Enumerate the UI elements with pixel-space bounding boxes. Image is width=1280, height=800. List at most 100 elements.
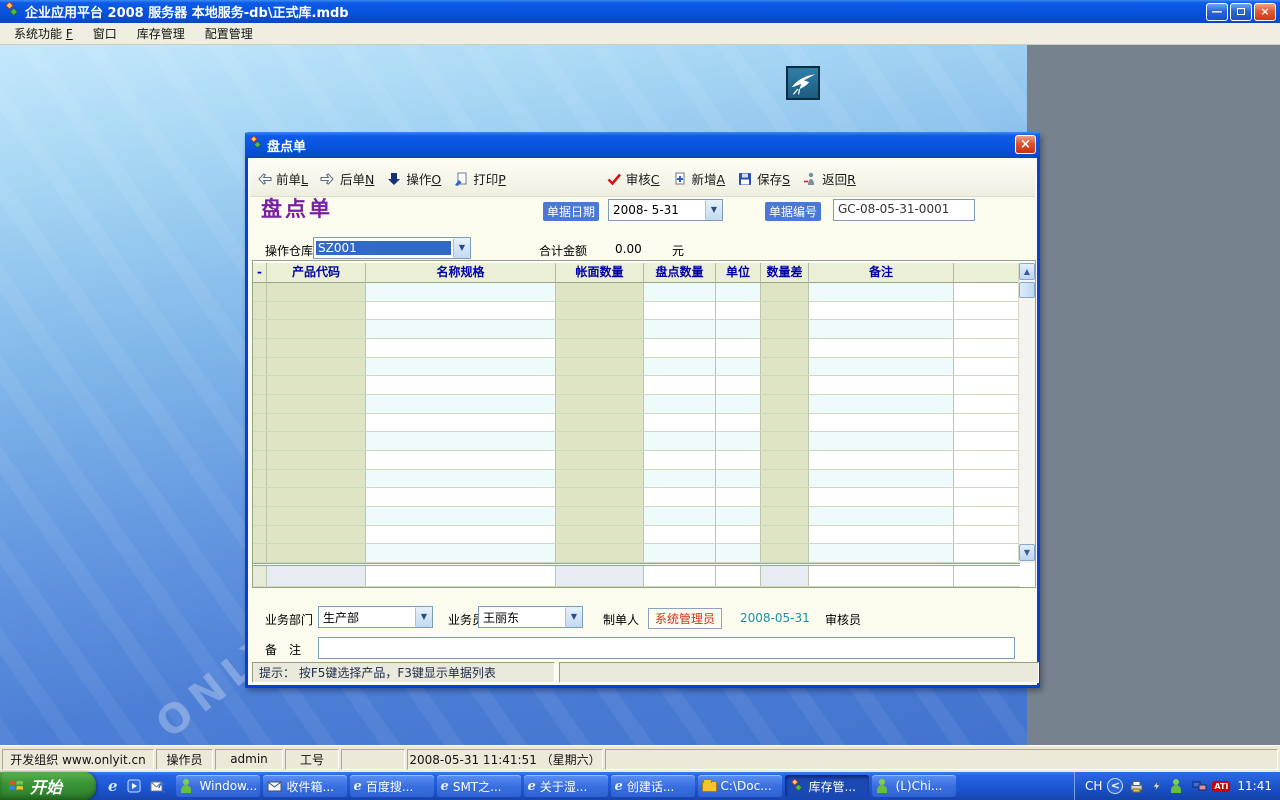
return-button[interactable]: 返回R bbox=[796, 165, 862, 192]
grid-cell-name[interactable] bbox=[366, 488, 556, 506]
grid-cell-note[interactable] bbox=[809, 526, 954, 544]
grid-cell-count[interactable] bbox=[644, 376, 716, 394]
grid-cell-diff[interactable] bbox=[761, 432, 809, 450]
menu-item-inventory[interactable]: 库存管理 bbox=[129, 23, 193, 44]
network-tray-icon[interactable] bbox=[1191, 778, 1207, 794]
grid-cell-code[interactable] bbox=[267, 339, 366, 357]
utility-tray-icon[interactable] bbox=[1149, 778, 1165, 794]
start-button[interactable]: 开始 bbox=[0, 772, 96, 800]
column-header-note[interactable]: 备注 bbox=[809, 263, 954, 283]
taskbar-task-inbox[interactable]: 收件箱... bbox=[263, 775, 347, 797]
grid-cell-note[interactable] bbox=[809, 488, 954, 506]
grid-cell-dash[interactable] bbox=[253, 470, 267, 488]
grid-cell-book[interactable] bbox=[556, 376, 644, 394]
grid-cell-dash[interactable] bbox=[253, 320, 267, 338]
grid-cell-book[interactable] bbox=[556, 283, 644, 301]
ati-tray-icon[interactable]: ATI bbox=[1212, 781, 1230, 792]
taskbar-task-chat[interactable]: (L)Chi... bbox=[872, 775, 956, 797]
grid-cell-book[interactable] bbox=[556, 544, 644, 562]
grid-cell-book[interactable] bbox=[556, 470, 644, 488]
grid-cell-unit[interactable] bbox=[716, 470, 761, 488]
grid-cell-name[interactable] bbox=[366, 339, 556, 357]
grid-cell-count[interactable] bbox=[644, 432, 716, 450]
ie-icon[interactable]: e bbox=[108, 777, 118, 795]
grid-cell-code[interactable] bbox=[267, 432, 366, 450]
taskbar-clock[interactable]: 11:41 bbox=[1235, 779, 1272, 793]
grid-cell-dash[interactable] bbox=[253, 526, 267, 544]
taskbar-task-smt[interactable]: eSMT之... bbox=[437, 775, 521, 797]
grid-cell-book[interactable] bbox=[556, 339, 644, 357]
table-row[interactable] bbox=[253, 451, 1020, 470]
table-row[interactable] bbox=[253, 395, 1020, 414]
grid-cell-note[interactable] bbox=[809, 358, 954, 376]
taskbar-task-windows[interactable]: Window... bbox=[176, 775, 260, 797]
grid-cell-name[interactable] bbox=[366, 507, 556, 525]
grid-cell-diff[interactable] bbox=[761, 339, 809, 357]
column-header-unit[interactable]: 单位 bbox=[716, 263, 761, 283]
next-doc-button[interactable]: 后单N bbox=[314, 165, 380, 192]
column-header-product-code[interactable]: 产品代码 bbox=[267, 263, 366, 283]
scroll-down-button[interactable]: ▼ bbox=[1019, 544, 1035, 561]
grid-cell-dash[interactable] bbox=[253, 414, 267, 432]
grid-cell-name[interactable] bbox=[366, 376, 556, 394]
grid-cell-count[interactable] bbox=[644, 414, 716, 432]
save-button[interactable]: 保存S bbox=[731, 165, 796, 192]
scrollbar-thumb[interactable] bbox=[1019, 282, 1035, 298]
grid-cell-name[interactable] bbox=[366, 395, 556, 413]
grid-cell-code[interactable] bbox=[267, 526, 366, 544]
grid-cell-book[interactable] bbox=[556, 432, 644, 450]
grid-cell-code[interactable] bbox=[267, 488, 366, 506]
grid-cell-book[interactable] bbox=[556, 507, 644, 525]
grid-cell-dash[interactable] bbox=[253, 376, 267, 394]
grid-cell-count[interactable] bbox=[644, 339, 716, 357]
grid-cell-diff[interactable] bbox=[761, 320, 809, 338]
dialog-titlebar[interactable]: 盘点单 × bbox=[245, 132, 1040, 158]
grid-cell-unit[interactable] bbox=[716, 544, 761, 562]
grid-cell-diff[interactable] bbox=[761, 544, 809, 562]
grid-cell-dash[interactable] bbox=[253, 302, 267, 320]
grid-cell-diff[interactable] bbox=[761, 414, 809, 432]
grid-cell-unit[interactable] bbox=[716, 339, 761, 357]
dialog-close-button[interactable]: × bbox=[1015, 135, 1036, 154]
table-row[interactable] bbox=[253, 470, 1020, 489]
grid-cell-name[interactable] bbox=[366, 283, 556, 301]
grid-cell-diff[interactable] bbox=[761, 358, 809, 376]
grid-cell-note[interactable] bbox=[809, 302, 954, 320]
grid-cell-count[interactable] bbox=[644, 526, 716, 544]
restore-button[interactable] bbox=[1230, 3, 1252, 21]
remark-input[interactable] bbox=[318, 637, 1015, 659]
grid-cell-unit[interactable] bbox=[716, 414, 761, 432]
table-row[interactable] bbox=[253, 507, 1020, 526]
grid-cell-count[interactable] bbox=[644, 302, 716, 320]
grid-cell-count[interactable] bbox=[644, 395, 716, 413]
column-header-dash[interactable]: - bbox=[253, 263, 267, 283]
printer-tray-icon[interactable] bbox=[1128, 778, 1144, 794]
taskbar-task-explorer[interactable]: C:\Doc... bbox=[698, 775, 782, 797]
grid-cell-name[interactable] bbox=[366, 526, 556, 544]
prev-doc-button[interactable]: 前单L bbox=[250, 165, 314, 192]
grid-cell-dash[interactable] bbox=[253, 339, 267, 357]
grid-cell-dash[interactable] bbox=[253, 451, 267, 469]
grid-cell-note[interactable] bbox=[809, 283, 954, 301]
grid-cell-diff[interactable] bbox=[761, 451, 809, 469]
grid-cell-unit[interactable] bbox=[716, 302, 761, 320]
grid-cell-unit[interactable] bbox=[716, 283, 761, 301]
grid-cell-code[interactable] bbox=[267, 395, 366, 413]
taskbar-task-inventory-app[interactable]: 库存管... bbox=[785, 775, 869, 797]
grid-cell-unit[interactable] bbox=[716, 320, 761, 338]
grid-cell-book[interactable] bbox=[556, 414, 644, 432]
grid-cell-note[interactable] bbox=[809, 395, 954, 413]
grid-cell-code[interactable] bbox=[267, 544, 366, 562]
grid-cell-count[interactable] bbox=[644, 544, 716, 562]
media-player-icon[interactable] bbox=[126, 778, 142, 794]
grid-cell-dash[interactable] bbox=[253, 488, 267, 506]
print-button[interactable]: 打印P bbox=[447, 165, 512, 192]
window-titlebar[interactable]: 企业应用平台 2008 服务器 本地服务-db\正式库.mdb — × bbox=[0, 0, 1280, 23]
table-row[interactable] bbox=[253, 302, 1020, 321]
grid-cell-book[interactable] bbox=[556, 451, 644, 469]
grid-cell-note[interactable] bbox=[809, 376, 954, 394]
grid-cell-count[interactable] bbox=[644, 488, 716, 506]
grid-cell-diff[interactable] bbox=[761, 395, 809, 413]
chevron-down-icon[interactable]: ▼ bbox=[705, 200, 722, 220]
chevron-down-icon[interactable]: ▼ bbox=[565, 607, 582, 627]
